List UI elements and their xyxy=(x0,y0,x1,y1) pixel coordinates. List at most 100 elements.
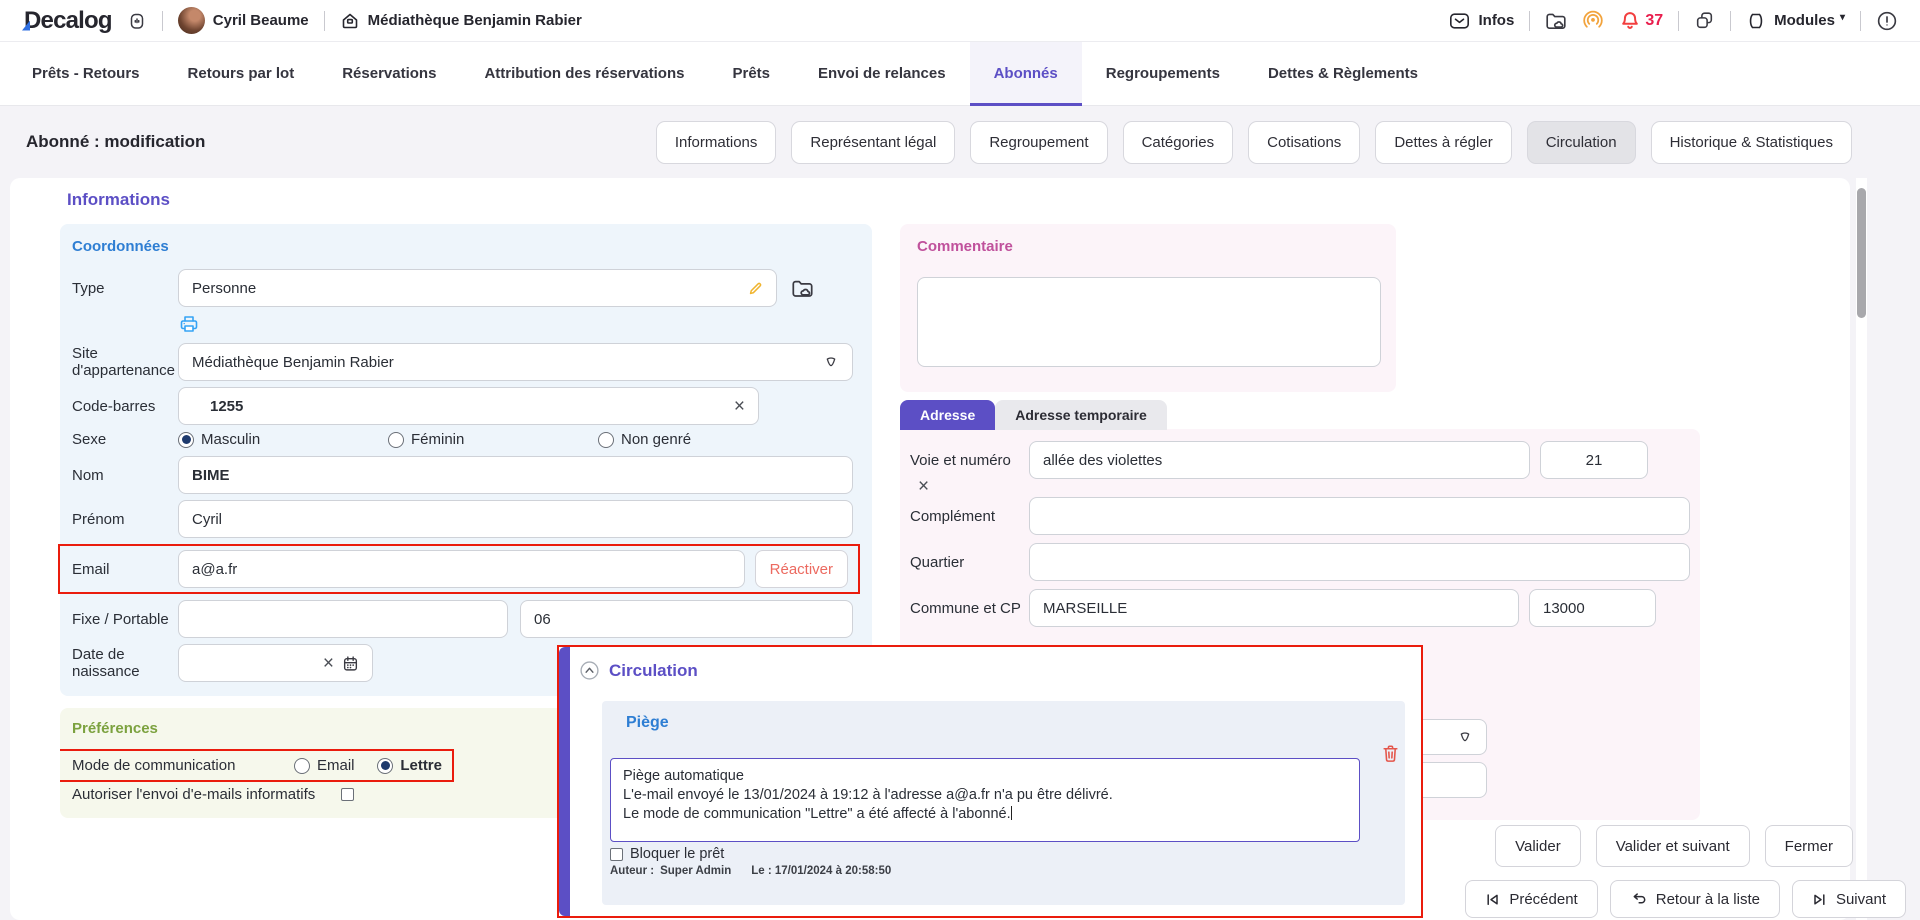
edit-pencil-icon[interactable] xyxy=(748,281,763,296)
radio-mode-email[interactable]: Email xyxy=(294,757,377,774)
device-icon[interactable] xyxy=(127,11,147,31)
retour-liste-button[interactable]: Retour à la liste xyxy=(1610,880,1780,918)
piege-textarea[interactable]: Piège automatique L'e-mail envoyé le 13/… xyxy=(610,758,1360,842)
select-arrow-icon[interactable] xyxy=(1457,729,1473,745)
user-avatar xyxy=(178,7,205,34)
birthdate-input[interactable]: × xyxy=(178,644,373,682)
btn-categories[interactable]: Catégories xyxy=(1123,121,1234,164)
copy-pages-icon[interactable] xyxy=(1694,10,1715,31)
quartier-label: Quartier xyxy=(910,554,1029,571)
autoriser-emails-checkbox[interactable] xyxy=(341,788,354,801)
nom-input[interactable]: BIME xyxy=(178,456,853,494)
tab-prets-retours[interactable]: Prêts - Retours xyxy=(8,42,164,105)
email-input[interactable]: a@a.fr xyxy=(178,550,745,588)
btn-circulation[interactable]: Circulation xyxy=(1527,121,1636,164)
complement-row: Complément xyxy=(910,497,1690,535)
scrollbar[interactable] xyxy=(1856,178,1867,920)
current-library[interactable]: Médiathèque Benjamin Rabier xyxy=(340,11,582,31)
precedent-button[interactable]: Précédent xyxy=(1465,880,1597,918)
tab-adresse-temporaire[interactable]: Adresse temporaire xyxy=(995,400,1167,430)
piege-date: Le : 17/01/2024 à 20:58:50 xyxy=(751,865,891,877)
valider-suivant-button[interactable]: Valider et suivant xyxy=(1596,825,1750,867)
scrollbar-thumb[interactable] xyxy=(1857,188,1866,318)
divider xyxy=(162,11,163,31)
auteur-value: Super Admin xyxy=(660,865,731,877)
library-name: Médiathèque Benjamin Rabier xyxy=(368,12,582,29)
printer-icon[interactable] xyxy=(178,313,860,335)
phone-mobile-input[interactable]: 06 xyxy=(520,600,853,638)
tab-prets[interactable]: Prêts xyxy=(708,42,794,105)
radio-mode-lettre[interactable]: Lettre xyxy=(377,757,442,774)
prenom-input[interactable]: Cyril xyxy=(178,500,853,538)
header-actions: Infos 37 Modules ▾ xyxy=(1449,10,1898,32)
trash-icon[interactable] xyxy=(1380,743,1401,765)
radio-dot xyxy=(294,758,310,774)
cp-input[interactable]: 13000 xyxy=(1529,589,1656,627)
tab-regroupements[interactable]: Regroupements xyxy=(1082,42,1244,105)
current-user[interactable]: Cyril Beaume xyxy=(178,7,309,34)
tab-attribution-reservations[interactable]: Attribution des réservations xyxy=(460,42,708,105)
suivant-button[interactable]: Suivant xyxy=(1792,880,1906,918)
commune-input[interactable]: MARSEILLE xyxy=(1029,589,1519,627)
folder-cloud-icon[interactable] xyxy=(1545,11,1567,31)
contact-folder-icon[interactable] xyxy=(791,278,814,299)
quartier-input[interactable] xyxy=(1029,543,1690,581)
nom-label: Nom xyxy=(72,467,178,484)
notifications-button[interactable]: 37 xyxy=(1619,10,1663,32)
fermer-button[interactable]: Fermer xyxy=(1765,825,1853,867)
btn-cotisations[interactable]: Cotisations xyxy=(1248,121,1360,164)
btn-informations[interactable]: Informations xyxy=(656,121,777,164)
radio-masculin[interactable]: Masculin xyxy=(178,431,388,448)
signal-icon[interactable] xyxy=(1582,10,1604,32)
bloquer-pret-row: Bloquer le prêt xyxy=(610,846,1405,862)
page-title: Abonné : modification xyxy=(26,132,205,152)
tab-dettes-reglements[interactable]: Dettes & Règlements xyxy=(1244,42,1442,105)
tab-reservations[interactable]: Réservations xyxy=(318,42,460,105)
tab-adresse[interactable]: Adresse xyxy=(900,400,995,430)
calendar-icon[interactable] xyxy=(342,655,359,672)
commentaire-textarea[interactable] xyxy=(917,277,1381,367)
bell-icon xyxy=(1619,10,1641,32)
numero-input[interactable]: 21 xyxy=(1540,441,1648,479)
commune-row: Commune et CP MARSEILLE 13000 xyxy=(910,589,1690,627)
complement-input[interactable] xyxy=(1029,497,1690,535)
divider xyxy=(1678,11,1679,31)
valider-button[interactable]: Valider xyxy=(1495,825,1581,867)
radio-non-genre[interactable]: Non genré xyxy=(598,431,808,448)
type-row: Type Personne xyxy=(72,269,860,307)
clear-x-icon[interactable]: × xyxy=(918,476,929,497)
collapse-chevron-icon[interactable] xyxy=(579,660,600,681)
clear-x-icon[interactable]: × xyxy=(734,397,745,416)
radio-dot xyxy=(178,432,194,448)
decalog-logo[interactable]: Decalog xyxy=(22,7,112,35)
type-input[interactable]: Personne xyxy=(178,269,777,307)
phone-fixed-input[interactable] xyxy=(178,600,508,638)
radio-feminin[interactable]: Féminin xyxy=(388,431,598,448)
btn-dettes-a-regler[interactable]: Dettes à régler xyxy=(1375,121,1511,164)
circulation-heading: Circulation xyxy=(609,661,698,681)
clear-x-icon[interactable]: × xyxy=(323,654,334,673)
info-circle-icon[interactable] xyxy=(1876,10,1898,32)
sexe-options: Masculin Féminin Non genré xyxy=(178,431,808,448)
user-name: Cyril Beaume xyxy=(213,12,309,29)
tab-envoi-relances[interactable]: Envoi de relances xyxy=(794,42,970,105)
btn-representant-legal[interactable]: Représentant légal xyxy=(791,121,955,164)
site-select[interactable]: Médiathèque Benjamin Rabier xyxy=(178,343,853,381)
btn-regroupement[interactable]: Regroupement xyxy=(970,121,1107,164)
tab-abonnes[interactable]: Abonnés xyxy=(970,42,1082,105)
divider xyxy=(1730,11,1731,31)
btn-historique-statistiques[interactable]: Historique & Statistiques xyxy=(1651,121,1852,164)
select-arrow-icon[interactable] xyxy=(823,354,839,370)
reactiver-button[interactable]: Réactiver xyxy=(755,550,848,588)
voie-input[interactable]: allée des violettes xyxy=(1029,441,1530,479)
mail-icon xyxy=(1449,12,1470,30)
bloquer-pret-checkbox[interactable] xyxy=(610,848,623,861)
tab-retours-par-lot[interactable]: Retours par lot xyxy=(164,42,319,105)
quartier-row: Quartier xyxy=(910,543,1690,581)
phone-row: Fixe / Portable 06 xyxy=(72,600,860,638)
chevron-down-icon: ▾ xyxy=(1840,12,1845,23)
modules-menu[interactable]: Modules ▾ xyxy=(1746,11,1845,31)
barcode-input[interactable]: 1255 × xyxy=(178,387,759,425)
infos-button[interactable]: Infos xyxy=(1449,12,1514,30)
site-label: Site d'appartenance xyxy=(72,345,178,379)
